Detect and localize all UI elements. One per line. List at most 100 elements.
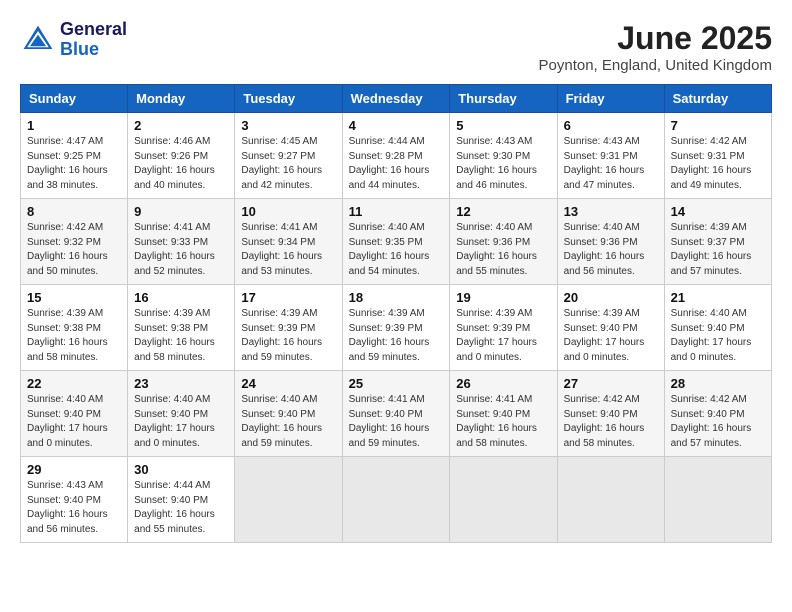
day-cell-22: 22 Sunrise: 4:40 AMSunset: 9:40 PMDaylig… <box>21 371 128 457</box>
day-cell-6: 6 Sunrise: 4:43 AMSunset: 9:31 PMDayligh… <box>557 113 664 199</box>
day-info: Sunrise: 4:46 AMSunset: 9:26 PMDaylight:… <box>134 136 215 191</box>
day-cell-4: 4 Sunrise: 4:44 AMSunset: 9:28 PMDayligh… <box>342 113 450 199</box>
day-number: 10 <box>241 204 335 219</box>
day-cell-28: 28 Sunrise: 4:42 AMSunset: 9:40 PMDaylig… <box>664 371 771 457</box>
day-cell-7: 7 Sunrise: 4:42 AMSunset: 9:31 PMDayligh… <box>664 113 771 199</box>
empty-cell <box>235 457 342 543</box>
day-number: 23 <box>134 376 228 391</box>
day-number: 11 <box>349 204 444 219</box>
day-cell-15: 15 Sunrise: 4:39 AMSunset: 9:38 PMDaylig… <box>21 285 128 371</box>
day-info: Sunrise: 4:42 AMSunset: 9:31 PMDaylight:… <box>671 136 752 191</box>
day-number: 12 <box>456 204 550 219</box>
logo-line1: General <box>60 20 127 40</box>
day-number: 17 <box>241 290 335 305</box>
logo-line2: Blue <box>60 40 127 60</box>
day-info: Sunrise: 4:40 AMSunset: 9:40 PMDaylight:… <box>134 394 215 449</box>
day-info: Sunrise: 4:39 AMSunset: 9:40 PMDaylight:… <box>564 308 645 363</box>
col-friday: Friday <box>557 85 664 113</box>
day-number: 26 <box>456 376 550 391</box>
page-subtitle: Poynton, England, United Kingdom <box>539 57 773 74</box>
day-info: Sunrise: 4:39 AMSunset: 9:38 PMDaylight:… <box>27 308 108 363</box>
day-cell-8: 8 Sunrise: 4:42 AMSunset: 9:32 PMDayligh… <box>21 199 128 285</box>
day-number: 6 <box>564 118 658 133</box>
day-cell-30: 30 Sunrise: 4:44 AMSunset: 9:40 PMDaylig… <box>128 457 235 543</box>
day-cell-1: 1 Sunrise: 4:47 AMSunset: 9:25 PMDayligh… <box>21 113 128 199</box>
day-info: Sunrise: 4:45 AMSunset: 9:27 PMDaylight:… <box>241 136 322 191</box>
day-number: 2 <box>134 118 228 133</box>
day-cell-16: 16 Sunrise: 4:39 AMSunset: 9:38 PMDaylig… <box>128 285 235 371</box>
day-number: 15 <box>27 290 121 305</box>
page: General Blue June 2025 Poynton, England,… <box>0 0 792 553</box>
day-cell-18: 18 Sunrise: 4:39 AMSunset: 9:39 PMDaylig… <box>342 285 450 371</box>
day-cell-2: 2 Sunrise: 4:46 AMSunset: 9:26 PMDayligh… <box>128 113 235 199</box>
day-number: 20 <box>564 290 658 305</box>
day-info: Sunrise: 4:39 AMSunset: 9:39 PMDaylight:… <box>241 308 322 363</box>
header: General Blue June 2025 Poynton, England,… <box>20 20 772 74</box>
day-info: Sunrise: 4:40 AMSunset: 9:35 PMDaylight:… <box>349 222 430 277</box>
day-cell-21: 21 Sunrise: 4:40 AMSunset: 9:40 PMDaylig… <box>664 285 771 371</box>
day-number: 8 <box>27 204 121 219</box>
day-number: 9 <box>134 204 228 219</box>
day-number: 21 <box>671 290 765 305</box>
day-info: Sunrise: 4:42 AMSunset: 9:40 PMDaylight:… <box>564 394 645 449</box>
day-cell-27: 27 Sunrise: 4:42 AMSunset: 9:40 PMDaylig… <box>557 371 664 457</box>
day-number: 16 <box>134 290 228 305</box>
day-info: Sunrise: 4:44 AMSunset: 9:40 PMDaylight:… <box>134 480 215 535</box>
calendar: Sunday Monday Tuesday Wednesday Thursday… <box>20 84 772 543</box>
empty-cell <box>557 457 664 543</box>
page-title: June 2025 <box>539 20 773 57</box>
day-number: 25 <box>349 376 444 391</box>
calendar-row-5: 29 Sunrise: 4:43 AMSunset: 9:40 PMDaylig… <box>21 457 772 543</box>
empty-cell <box>450 457 557 543</box>
day-info: Sunrise: 4:43 AMSunset: 9:40 PMDaylight:… <box>27 480 108 535</box>
day-cell-23: 23 Sunrise: 4:40 AMSunset: 9:40 PMDaylig… <box>128 371 235 457</box>
day-info: Sunrise: 4:47 AMSunset: 9:25 PMDaylight:… <box>27 136 108 191</box>
day-cell-20: 20 Sunrise: 4:39 AMSunset: 9:40 PMDaylig… <box>557 285 664 371</box>
day-cell-5: 5 Sunrise: 4:43 AMSunset: 9:30 PMDayligh… <box>450 113 557 199</box>
col-wednesday: Wednesday <box>342 85 450 113</box>
col-saturday: Saturday <box>664 85 771 113</box>
day-number: 14 <box>671 204 765 219</box>
day-info: Sunrise: 4:41 AMSunset: 9:33 PMDaylight:… <box>134 222 215 277</box>
day-number: 7 <box>671 118 765 133</box>
day-number: 13 <box>564 204 658 219</box>
day-cell-9: 9 Sunrise: 4:41 AMSunset: 9:33 PMDayligh… <box>128 199 235 285</box>
day-number: 27 <box>564 376 658 391</box>
day-cell-24: 24 Sunrise: 4:40 AMSunset: 9:40 PMDaylig… <box>235 371 342 457</box>
col-tuesday: Tuesday <box>235 85 342 113</box>
calendar-header-row: Sunday Monday Tuesday Wednesday Thursday… <box>21 85 772 113</box>
day-info: Sunrise: 4:42 AMSunset: 9:32 PMDaylight:… <box>27 222 108 277</box>
day-number: 4 <box>349 118 444 133</box>
day-cell-19: 19 Sunrise: 4:39 AMSunset: 9:39 PMDaylig… <box>450 285 557 371</box>
day-number: 19 <box>456 290 550 305</box>
day-number: 3 <box>241 118 335 133</box>
day-info: Sunrise: 4:43 AMSunset: 9:30 PMDaylight:… <box>456 136 537 191</box>
day-number: 28 <box>671 376 765 391</box>
day-cell-13: 13 Sunrise: 4:40 AMSunset: 9:36 PMDaylig… <box>557 199 664 285</box>
day-cell-29: 29 Sunrise: 4:43 AMSunset: 9:40 PMDaylig… <box>21 457 128 543</box>
day-number: 5 <box>456 118 550 133</box>
day-number: 24 <box>241 376 335 391</box>
day-number: 22 <box>27 376 121 391</box>
day-cell-12: 12 Sunrise: 4:40 AMSunset: 9:36 PMDaylig… <box>450 199 557 285</box>
day-info: Sunrise: 4:39 AMSunset: 9:37 PMDaylight:… <box>671 222 752 277</box>
day-info: Sunrise: 4:40 AMSunset: 9:40 PMDaylight:… <box>671 308 752 363</box>
empty-cell <box>664 457 771 543</box>
day-info: Sunrise: 4:41 AMSunset: 9:40 PMDaylight:… <box>456 394 537 449</box>
logo-text: General Blue <box>60 20 127 60</box>
day-info: Sunrise: 4:39 AMSunset: 9:39 PMDaylight:… <box>349 308 430 363</box>
day-cell-11: 11 Sunrise: 4:40 AMSunset: 9:35 PMDaylig… <box>342 199 450 285</box>
day-info: Sunrise: 4:39 AMSunset: 9:38 PMDaylight:… <box>134 308 215 363</box>
day-number: 29 <box>27 462 121 477</box>
title-block: June 2025 Poynton, England, United Kingd… <box>539 20 773 74</box>
day-info: Sunrise: 4:40 AMSunset: 9:36 PMDaylight:… <box>564 222 645 277</box>
calendar-row-2: 8 Sunrise: 4:42 AMSunset: 9:32 PMDayligh… <box>21 199 772 285</box>
day-number: 30 <box>134 462 228 477</box>
day-number: 1 <box>27 118 121 133</box>
day-info: Sunrise: 4:41 AMSunset: 9:34 PMDaylight:… <box>241 222 322 277</box>
day-info: Sunrise: 4:42 AMSunset: 9:40 PMDaylight:… <box>671 394 752 449</box>
calendar-row-4: 22 Sunrise: 4:40 AMSunset: 9:40 PMDaylig… <box>21 371 772 457</box>
empty-cell <box>342 457 450 543</box>
day-number: 18 <box>349 290 444 305</box>
day-info: Sunrise: 4:40 AMSunset: 9:40 PMDaylight:… <box>27 394 108 449</box>
